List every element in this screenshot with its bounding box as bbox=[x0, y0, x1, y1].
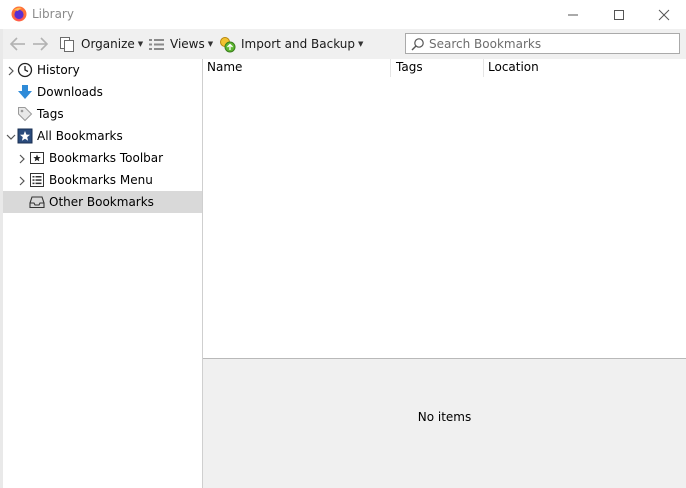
search-icon bbox=[411, 37, 425, 51]
tree-item-label: Other Bookmarks bbox=[49, 195, 154, 209]
star-bookmarks-icon bbox=[17, 128, 33, 144]
tree-item-bookmarks-toolbar[interactable]: Bookmarks Toolbar bbox=[3, 147, 202, 169]
arrow-left-icon bbox=[9, 37, 25, 51]
tree-item-label: History bbox=[37, 63, 80, 77]
column-divider[interactable] bbox=[390, 59, 391, 77]
close-icon bbox=[658, 9, 670, 20]
clock-icon bbox=[17, 62, 33, 78]
tray-icon bbox=[29, 194, 45, 210]
minimize-button[interactable] bbox=[550, 0, 596, 29]
tree-item-downloads[interactable]: Downloads bbox=[3, 81, 202, 103]
views-list-icon bbox=[148, 36, 165, 53]
back-button[interactable] bbox=[8, 35, 28, 53]
organize-button[interactable]: Organize ▼ bbox=[59, 34, 143, 54]
download-arrow-icon bbox=[17, 84, 33, 100]
title-bar[interactable]: Library bbox=[0, 0, 686, 29]
bookmark-toolbar-icon bbox=[29, 150, 45, 166]
column-header-location[interactable]: Location bbox=[488, 60, 539, 76]
chevron-right-icon[interactable] bbox=[17, 153, 27, 164]
forward-button[interactable] bbox=[30, 35, 50, 53]
column-divider[interactable] bbox=[483, 59, 484, 77]
no-items-message: No items bbox=[417, 410, 472, 424]
places-tree: History Downloads Tags All Bookmarks Boo… bbox=[3, 59, 203, 488]
organize-icon bbox=[59, 36, 76, 53]
bookmarks-column-header: Name Tags Location bbox=[203, 59, 686, 77]
views-label: Views bbox=[170, 37, 205, 51]
tag-icon bbox=[17, 106, 33, 122]
close-button[interactable] bbox=[641, 0, 686, 29]
import-backup-button[interactable]: Import and Backup ▼ bbox=[219, 34, 363, 54]
tree-item-other-bookmarks[interactable]: Other Bookmarks bbox=[3, 191, 202, 213]
bookmarks-list[interactable] bbox=[203, 77, 686, 358]
minimize-icon bbox=[568, 14, 578, 15]
library-toolbar: Organize ▼ Views ▼ Import and Backup ▼ S… bbox=[3, 29, 686, 59]
firefox-logo-icon bbox=[11, 6, 27, 22]
chevron-down-icon[interactable] bbox=[6, 131, 16, 141]
chevron-right-icon[interactable] bbox=[17, 175, 27, 186]
tree-item-label: Bookmarks Toolbar bbox=[49, 151, 164, 165]
tree-item-tags[interactable]: Tags bbox=[3, 103, 202, 125]
column-header-name[interactable]: Name bbox=[207, 60, 242, 76]
chevron-right-icon[interactable] bbox=[6, 65, 16, 76]
tree-item-label: Tags bbox=[37, 107, 64, 121]
details-pane: No items bbox=[203, 358, 686, 488]
import-backup-label: Import and Backup bbox=[241, 37, 356, 51]
search-field[interactable] bbox=[405, 33, 680, 54]
bookmark-menu-icon bbox=[29, 172, 45, 188]
tree-item-history[interactable]: History bbox=[3, 59, 202, 81]
maximize-button[interactable] bbox=[596, 0, 642, 29]
arrow-right-icon bbox=[33, 37, 49, 51]
tree-item-label: Downloads bbox=[37, 85, 103, 99]
column-header-tags[interactable]: Tags bbox=[396, 60, 423, 76]
dropdown-caret-icon: ▼ bbox=[207, 40, 214, 48]
tree-item-label: Bookmarks Menu bbox=[49, 173, 153, 187]
views-button[interactable]: Views ▼ bbox=[148, 34, 213, 54]
search-bookmarks-input[interactable] bbox=[429, 36, 669, 51]
tree-item-label: All Bookmarks bbox=[37, 129, 123, 143]
dropdown-caret-icon: ▼ bbox=[358, 40, 364, 48]
import-backup-icon bbox=[219, 36, 236, 53]
tree-item-all-bookmarks[interactable]: All Bookmarks bbox=[3, 125, 202, 147]
tree-item-bookmarks-menu[interactable]: Bookmarks Menu bbox=[3, 169, 202, 191]
maximize-icon bbox=[614, 9, 624, 20]
dropdown-caret-icon: ▼ bbox=[137, 40, 144, 48]
library-window: Library Organize ▼ Views ▼ Import and Ba… bbox=[0, 0, 686, 488]
organize-label: Organize bbox=[81, 37, 135, 51]
window-title: Library bbox=[32, 7, 74, 21]
